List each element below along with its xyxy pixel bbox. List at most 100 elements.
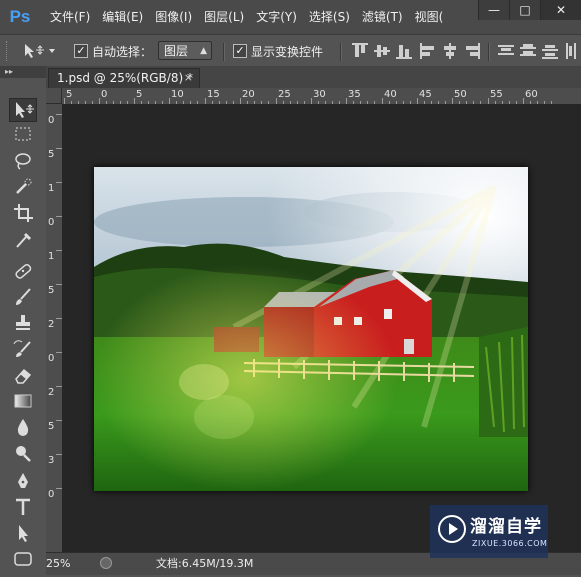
status-menu-icon[interactable] [100, 557, 112, 569]
menu-select[interactable]: 选择(S) [303, 0, 356, 34]
eraser-tool-icon[interactable] [9, 364, 37, 388]
eyedropper-tool-icon[interactable] [9, 228, 37, 252]
document-size-info[interactable]: 文档:6.45M/19.3M [156, 555, 253, 573]
ruler-label: 10 [171, 89, 184, 100]
menu-file[interactable]: 文件(F) [44, 0, 96, 34]
menu-filter[interactable]: 滤镜(T) [356, 0, 409, 34]
canvas-area[interactable] [62, 104, 581, 552]
ruler-label: 2 [48, 387, 55, 398]
tools-panel-collapse-icon[interactable]: ▸▸ [0, 66, 46, 78]
transform-controls-label: 显示变换控件 [251, 45, 324, 59]
distribute-top-icon[interactable] [498, 43, 514, 59]
ruler-origin[interactable] [46, 88, 62, 104]
align-right-icon[interactable] [464, 43, 480, 59]
window-controls: — □ ✕ [478, 0, 581, 20]
align-bottom-icon[interactable] [396, 43, 412, 59]
auto-select-label: 自动选择： [92, 45, 153, 59]
minimize-button[interactable]: — [478, 0, 509, 20]
brush-tool-icon[interactable] [9, 286, 37, 310]
ruler-label: 35 [348, 89, 361, 100]
menu-edit[interactable]: 编辑(E) [96, 0, 149, 34]
auto-select-target-dropdown[interactable]: 图层 ▲ [158, 41, 212, 60]
ruler-label: 0 [48, 217, 55, 228]
options-bar: ✓ 自动选择： 图层 ▲ ✓ 显示变换控件 [0, 34, 581, 68]
play-logo-icon [438, 515, 466, 543]
document-tab-strip: 1.psd @ 25%(RGB/8) * × [46, 66, 581, 88]
options-bar-grip[interactable] [6, 41, 11, 61]
align-top-icon[interactable] [352, 43, 368, 59]
ruler-label: 30 [313, 89, 326, 100]
close-tab-icon[interactable]: × [184, 69, 193, 87]
ruler-label: 60 [525, 89, 538, 100]
move-tool-icon[interactable] [9, 98, 37, 122]
gradient-tool-icon[interactable] [9, 390, 37, 414]
site-watermark: 溜溜自学 ZIXUE.3066.COM [430, 505, 548, 558]
history-brush-tool-icon[interactable] [9, 338, 37, 362]
watermark-url: ZIXUE.3066.COM [472, 539, 548, 548]
pen-tool-icon[interactable] [9, 470, 37, 494]
quick-select-tool-icon[interactable] [9, 176, 37, 200]
menu-layer[interactable]: 图层(L) [198, 0, 250, 34]
path-select-tool-icon[interactable] [9, 522, 37, 546]
updown-arrow-icon: ▲ [200, 46, 207, 56]
vertical-ruler[interactable]: 051015202530 [46, 104, 63, 552]
align-horizontal-center-icon[interactable] [442, 43, 458, 59]
main-menu: 文件(F) 编辑(E) 图像(I) 图层(L) 文字(Y) 选择(S) 滤镜(T… [44, 0, 449, 34]
transform-controls-checkbox[interactable]: ✓ [233, 44, 247, 58]
dodge-tool-icon[interactable] [9, 442, 37, 466]
tool-preset-picker[interactable] [22, 42, 56, 60]
ruler-label: 50 [454, 89, 467, 100]
menu-view[interactable]: 视图( [409, 0, 450, 34]
ruler-label: 0 [101, 89, 108, 100]
marquee-tool-icon[interactable] [9, 124, 37, 148]
shape-tool-icon[interactable] [9, 548, 37, 572]
watermark-name: 溜溜自学 [470, 517, 542, 537]
lasso-tool-icon[interactable] [9, 150, 37, 174]
divider [488, 43, 490, 61]
document-tab-label: 1.psd @ 25%(RGB/8) * [57, 71, 193, 85]
crop-tool-icon[interactable] [9, 202, 37, 226]
ruler-label: 5 [48, 285, 55, 296]
ruler-label: 0 [48, 353, 55, 364]
menu-image[interactable]: 图像(I) [149, 0, 198, 34]
menu-bar: Ps 文件(F) 编辑(E) 图像(I) 图层(L) 文字(Y) 选择(S) 滤… [0, 0, 581, 34]
photoshop-logo: Ps [9, 7, 31, 26]
auto-select-checkbox[interactable]: ✓ [74, 44, 88, 58]
ruler-label: 40 [384, 89, 397, 100]
ruler-label: 0 [48, 489, 55, 500]
ruler-label: 1 [48, 183, 55, 194]
align-vertical-center-icon[interactable] [374, 43, 390, 59]
ruler-label: 2 [48, 319, 55, 330]
ruler-label: 5 [48, 149, 55, 160]
auto-select-target-value: 图层 [164, 44, 189, 58]
divider [340, 43, 342, 61]
distribute-vertical-center-icon[interactable] [520, 43, 536, 59]
distribute-bottom-icon[interactable] [542, 43, 558, 59]
ruler-label: 15 [207, 89, 220, 100]
ruler-label: 45 [419, 89, 432, 100]
ruler-label: 5 [136, 89, 143, 100]
type-tool-icon[interactable] [9, 496, 37, 520]
close-button[interactable]: ✕ [540, 0, 581, 20]
distribute-left-icon[interactable] [564, 43, 580, 59]
ruler-label: 55 [490, 89, 503, 100]
document-image[interactable] [94, 167, 528, 491]
ruler-label: 3 [48, 455, 55, 466]
move-tool-icon [25, 44, 55, 58]
clone-stamp-tool-icon[interactable] [9, 312, 37, 336]
horizontal-ruler[interactable]: 5 0 5 10 15 20 25 30 35 40 45 50 55 60 [62, 88, 581, 105]
menu-type[interactable]: 文字(Y) [250, 0, 303, 34]
blur-tool-icon[interactable] [9, 416, 37, 440]
maximize-button[interactable]: □ [509, 0, 540, 20]
barn-photo [94, 167, 528, 491]
ruler-label: 1 [48, 251, 55, 262]
document-tab[interactable]: 1.psd @ 25%(RGB/8) * × [48, 68, 200, 88]
ruler-label: 5 [66, 89, 73, 100]
align-left-icon[interactable] [420, 43, 436, 59]
zoom-level[interactable]: 25% [46, 555, 86, 573]
ruler-label: 0 [48, 115, 55, 126]
ruler-label: 25 [278, 89, 291, 100]
tools-panel: ▸▸ [0, 66, 47, 574]
divider [223, 43, 225, 61]
healing-brush-tool-icon[interactable] [9, 260, 37, 284]
